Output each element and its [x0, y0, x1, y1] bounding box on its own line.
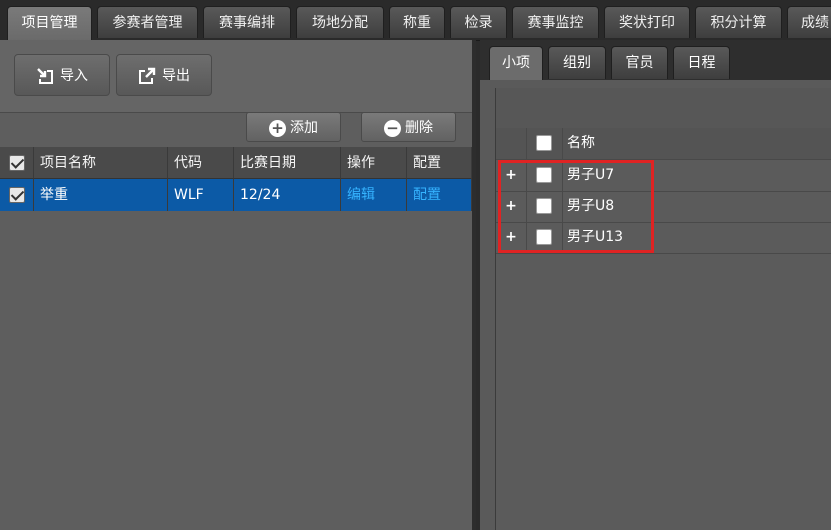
sub-tab-bar: 小项 组别 官员 日程	[480, 40, 831, 80]
add-label: 添加	[290, 120, 318, 136]
list-item[interactable]: + 男子U7	[496, 160, 831, 192]
cell-project-name: 举重	[34, 179, 168, 211]
export-label: 导出	[162, 68, 190, 84]
grid-toolbar	[496, 88, 831, 129]
sub-event-grid: 名称 + 男子U7 + 男子U8 + 男子U13	[495, 88, 831, 530]
col-project-name[interactable]: 项目名称	[34, 147, 168, 179]
row-checkbox[interactable]	[536, 198, 552, 214]
edit-link[interactable]: 编辑	[341, 179, 407, 211]
cell-date: 12/24	[234, 179, 341, 211]
tab-project-management[interactable]: 项目管理	[7, 6, 92, 41]
col-action[interactable]: 操作	[341, 147, 407, 179]
tab-check-in[interactable]: 检录	[450, 6, 507, 38]
col-config[interactable]: 配置	[407, 147, 472, 179]
item-name: 男子U8	[567, 198, 615, 214]
tab-groups[interactable]: 组别	[548, 46, 606, 79]
delete-label: 删除	[405, 120, 433, 136]
list-item[interactable]: + 男子U13	[496, 222, 831, 254]
import-button[interactable]: 导入	[14, 54, 110, 96]
project-table: 项目名称 代码 比赛日期 操作 配置 举重 WLF 12/24 编辑 配置	[0, 147, 472, 211]
select-all-checkbox[interactable]	[9, 155, 25, 171]
plus-circle-icon: +	[269, 119, 286, 137]
cell-code: WLF	[168, 179, 234, 211]
config-link[interactable]: 配置	[407, 179, 472, 211]
detail-panel: 小项 组别 官员 日程 名称 + 男子U7 + 男子U8 + 男子U13	[480, 40, 831, 530]
row-checkbox[interactable]	[9, 187, 25, 203]
tab-participant-management[interactable]: 参赛者管理	[97, 6, 198, 38]
minus-circle-icon: −	[384, 119, 401, 137]
select-all-checkbox[interactable]	[536, 135, 552, 151]
tab-event-monitor[interactable]: 赛事监控	[512, 6, 599, 38]
add-button[interactable]: + 添加	[246, 112, 341, 142]
import-icon	[37, 68, 53, 84]
tab-score-calculation[interactable]: 积分计算	[695, 6, 782, 38]
expand-icon[interactable]: +	[496, 222, 527, 253]
table-header: 项目名称 代码 比赛日期 操作 配置	[0, 147, 472, 179]
delete-button[interactable]: − 删除	[361, 112, 456, 142]
project-panel: 导入 导出 + 添加 − 删除 项目名称 代码 比赛日期 操作 配置 举重 WLF	[0, 40, 476, 530]
col-date[interactable]: 比赛日期	[234, 147, 341, 179]
tab-officials[interactable]: 官员	[611, 46, 668, 79]
tab-schedule[interactable]: 日程	[673, 46, 730, 79]
expand-icon[interactable]: +	[496, 191, 527, 222]
main-tab-bar: 项目管理 参赛者管理 赛事编排 场地分配 称重 检录 赛事监控 奖状打印 积分计…	[0, 0, 831, 41]
expand-icon[interactable]: +	[496, 160, 527, 191]
row-checkbox[interactable]	[536, 167, 552, 183]
import-export-toolbar: 导入 导出	[0, 40, 472, 113]
table-header: 名称	[496, 128, 831, 160]
row-checkbox[interactable]	[536, 229, 552, 245]
col-name[interactable]: 名称	[563, 128, 831, 159]
tab-sub-events[interactable]: 小项	[489, 46, 543, 80]
tab-certificate-print[interactable]: 奖状打印	[604, 6, 690, 38]
import-label: 导入	[60, 68, 88, 84]
tab-weigh-in[interactable]: 称重	[389, 6, 445, 38]
item-name: 男子U7	[567, 167, 615, 183]
table-row[interactable]: 举重 WLF 12/24 编辑 配置	[0, 179, 472, 211]
export-button[interactable]: 导出	[116, 54, 212, 96]
tab-venue-allocation[interactable]: 场地分配	[296, 6, 384, 38]
item-name: 男子U13	[567, 229, 624, 245]
export-icon	[139, 67, 156, 84]
tab-results[interactable]: 成绩	[787, 6, 831, 38]
tab-schedule-arrangement[interactable]: 赛事编排	[203, 6, 291, 38]
col-code[interactable]: 代码	[168, 147, 234, 179]
list-item[interactable]: + 男子U8	[496, 191, 831, 223]
